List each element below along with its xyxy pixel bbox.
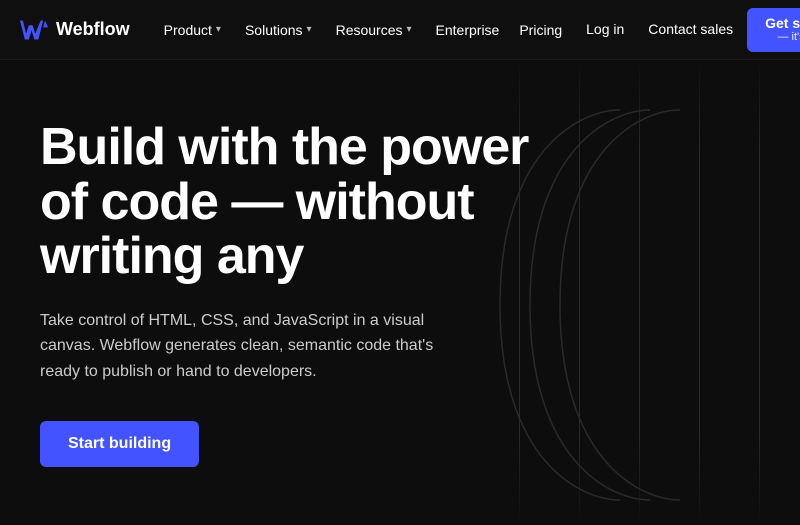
nav-right: Pricing Log in Contact sales Get started… [509, 8, 800, 52]
navbar: Webflow Product ▾ Solutions ▾ Resources … [0, 0, 800, 60]
nav-label-product: Product [164, 22, 212, 38]
login-label: Log in [586, 21, 624, 37]
get-started-button[interactable]: Get started — it's free [747, 8, 800, 52]
nav-label-enterprise: Enterprise [436, 22, 500, 38]
start-building-button[interactable]: Start building [40, 421, 199, 467]
nav-item-resources[interactable]: Resources ▾ [326, 14, 422, 46]
nav-login-link[interactable]: Log in [576, 13, 634, 46]
hero-subtitle: Take control of HTML, CSS, and JavaScrip… [40, 308, 440, 385]
get-started-sublabel: — it's free [778, 31, 800, 44]
nav-links: Product ▾ Solutions ▾ Resources ▾ Enterp… [154, 14, 510, 46]
chevron-down-icon: ▾ [216, 24, 221, 35]
hero-section: Build with the power of code — without w… [0, 60, 800, 525]
nav-item-enterprise[interactable]: Enterprise [426, 14, 510, 46]
webflow-logo-icon [20, 20, 48, 40]
nav-contact-link[interactable]: Contact sales [638, 13, 743, 46]
vert-line-5 [759, 60, 760, 525]
chevron-down-icon: ▾ [307, 24, 312, 35]
nav-item-product[interactable]: Product ▾ [154, 14, 231, 46]
logo-link[interactable]: Webflow [20, 19, 130, 40]
chevron-down-icon: ▾ [407, 24, 412, 35]
nav-item-solutions[interactable]: Solutions ▾ [235, 14, 322, 46]
hero-title: Build with the power of code — without w… [40, 120, 530, 284]
nav-label-solutions: Solutions [245, 22, 303, 38]
hero-content: Build with the power of code — without w… [40, 120, 530, 467]
nav-pricing-link[interactable]: Pricing [509, 14, 572, 46]
get-started-label: Get started [765, 15, 800, 32]
contact-label: Contact sales [648, 21, 733, 37]
nav-label-resources: Resources [336, 22, 403, 38]
pricing-label: Pricing [519, 22, 562, 38]
logo-text: Webflow [56, 19, 130, 40]
